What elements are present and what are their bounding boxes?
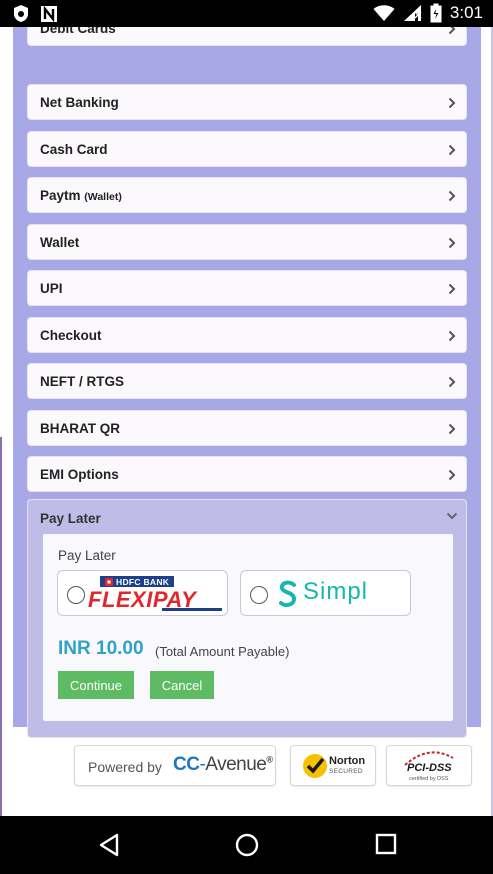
method-label: UPI <box>40 281 63 296</box>
method-wallet[interactable]: Wallet <box>27 224 467 260</box>
pay-later-header[interactable]: Pay Later <box>40 511 101 526</box>
chevron-right-icon <box>448 27 456 35</box>
chevron-right-icon <box>448 423 456 435</box>
chevron-right-icon <box>448 97 456 109</box>
method-cash-card[interactable]: Cash Card <box>27 131 467 167</box>
flexipay-radio[interactable] <box>67 586 85 604</box>
simpl-text: Simpl <box>303 578 369 605</box>
powered-by-text: Powered by <box>88 759 162 775</box>
n-logo-icon <box>41 5 57 22</box>
hdfc-icon <box>105 577 113 586</box>
method-label: Wallet <box>40 235 80 250</box>
amount-note: (Total Amount Payable) <box>155 644 290 659</box>
shield-icon <box>14 5 28 22</box>
method-sublabel: (Wallet) <box>84 191 122 203</box>
flexipay-option[interactable]: HDFC BANK FLEXIPAY <box>57 570 228 616</box>
method-pay-later: Pay Later Pay Later HDFC BANK FLEXIPAY S… <box>27 499 467 738</box>
pay-later-label: Pay Later <box>58 548 116 563</box>
hdfc-bank-text: HDFC BANK <box>116 576 170 587</box>
method-net-banking[interactable]: Net Banking <box>27 84 467 120</box>
chevron-right-icon <box>448 283 456 295</box>
simpl-option[interactable]: Simpl <box>240 570 411 616</box>
chevron-right-icon <box>448 376 456 388</box>
method-label: EMI Options <box>40 467 119 482</box>
recents-icon[interactable] <box>375 833 397 855</box>
method-emi-options[interactable]: EMI Options <box>27 456 467 492</box>
clock: 3:01 <box>449 3 483 22</box>
norton-text: Norton <box>329 755 366 767</box>
method-label: BHARAT QR <box>40 421 120 436</box>
simpl-icon <box>279 580 297 608</box>
pay-later-card: Pay Later HDFC BANK FLEXIPAY Simpl INR 1… <box>43 534 453 721</box>
ccavenue-logo: CC-Avenue® <box>173 754 273 775</box>
method-label: NEFT / RTGS <box>40 374 124 389</box>
method-checkout[interactable]: Checkout <box>27 317 467 353</box>
amount-value: INR 10.00 <box>58 638 144 659</box>
back-icon[interactable] <box>98 833 120 857</box>
chevron-right-icon <box>448 330 456 342</box>
method-neft-rtgs[interactable]: NEFT / RTGS <box>27 363 467 399</box>
ccavenue-badge: Powered by CC-Avenue® <box>74 745 276 786</box>
wifi-icon <box>373 4 395 21</box>
method-label: Cash Card <box>40 142 108 157</box>
chevron-right-icon <box>448 237 456 249</box>
navigation-bar <box>0 816 493 874</box>
pci-text: PCI-DSS <box>407 762 452 774</box>
method-label: Checkout <box>40 328 102 343</box>
status-bar: 3:01 <box>0 0 493 27</box>
method-label: Net Banking <box>40 95 119 110</box>
method-paytm[interactable]: Paytm (Wallet) <box>27 177 467 213</box>
method-label: Paytm (Wallet) <box>40 188 122 203</box>
pci-dss-badge: PCI-DSS certified by DSS <box>386 745 472 786</box>
battery-icon <box>430 3 442 23</box>
chevron-right-icon <box>448 144 456 156</box>
chevron-right-icon <box>448 190 456 202</box>
cancel-button[interactable]: Cancel <box>150 671 214 699</box>
flexipay-logo: HDFC BANK FLEXIPAY <box>88 576 222 612</box>
method-upi[interactable]: UPI <box>27 270 467 306</box>
home-icon[interactable] <box>235 833 259 857</box>
chevron-right-icon <box>448 469 456 481</box>
method-label: Debit Cards <box>40 27 116 36</box>
chevron-down-icon[interactable] <box>446 512 458 520</box>
norton-sub-text: SECURED <box>329 768 363 775</box>
payment-page: Debit Cards Net Banking Cash Card Paytm … <box>0 27 493 816</box>
continue-button[interactable]: Continue <box>58 671 134 699</box>
norton-check-icon <box>303 754 327 778</box>
method-debit-cards[interactable]: Debit Cards <box>27 27 467 46</box>
pci-sub-text: certified by DSS <box>409 776 449 782</box>
norton-badge: Norton SECURED <box>290 745 376 786</box>
signal-icon <box>403 5 422 21</box>
payment-options-panel: Debit Cards Net Banking Cash Card Paytm … <box>13 27 481 738</box>
method-bharat-qr[interactable]: BHARAT QR <box>27 410 467 446</box>
simpl-radio[interactable] <box>250 586 268 604</box>
footer-badges: Powered by CC-Avenue® Norton SECURED PCI… <box>0 745 493 789</box>
